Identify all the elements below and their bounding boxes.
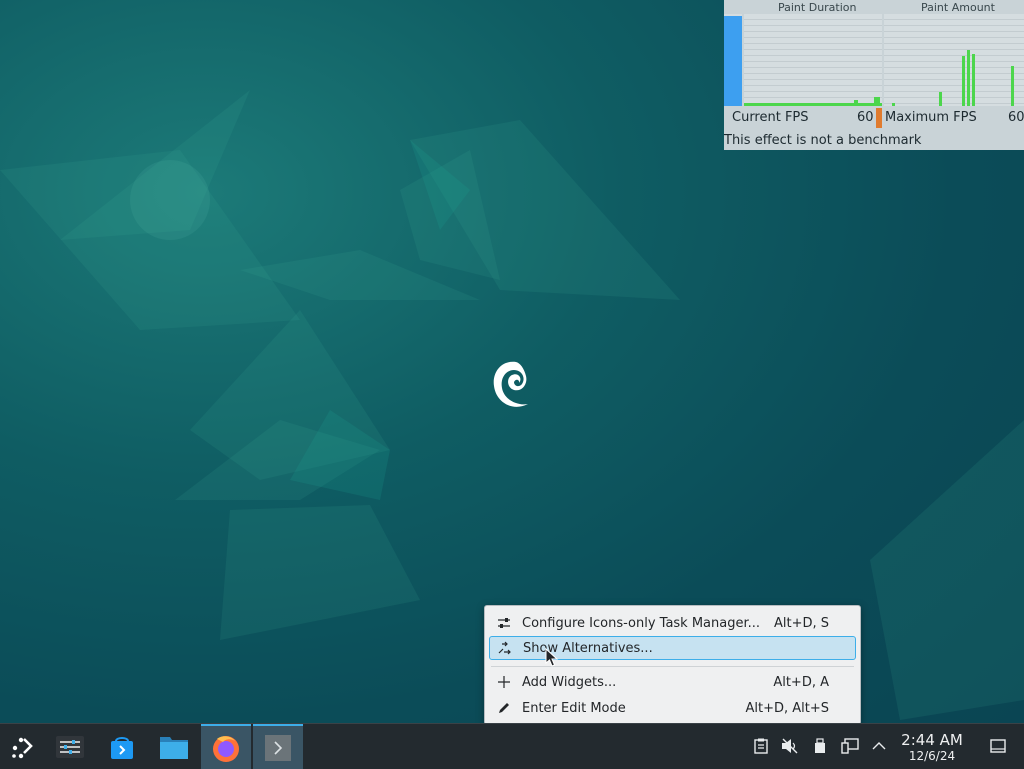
folder-icon [160,736,188,759]
paint-amount-graph [884,14,1024,106]
menu-item-shortcut: Alt+D, Alt+S [745,700,829,716]
fps-color-marker [876,108,882,128]
menu-item-shortcut: Alt+D, S [773,615,829,631]
digital-clock[interactable]: 2:44 AM 12/6/24 [896,731,968,764]
paint-duration-graph [744,14,882,106]
clock-time: 2:44 AM [901,731,963,749]
clipboard-icon[interactable] [751,736,771,756]
paint-duration-label: Paint Duration [778,1,857,14]
taskbar-app-terminal[interactable] [253,724,303,769]
terminal-icon [265,734,291,761]
benchmark-note: This effect is not a benchmark [724,133,922,148]
menu-item-shortcut: Alt+D, A [773,674,829,690]
usb-drive-icon[interactable] [810,736,830,756]
paint-amount-label: Paint Amount [921,1,995,14]
firefox-icon [213,735,239,762]
menu-item-label: Add Widgets... [522,674,617,690]
taskbar-app-system-settings[interactable] [45,724,95,769]
menu-item-label: Show Alternatives... [523,640,653,656]
configure-icon [496,615,512,631]
current-fps-value: 60 [857,110,874,125]
clock-date: 12/6/24 [908,749,956,763]
menu-item-edit-mode[interactable]: Enter Edit Mode Alt+D, Alt+S [489,696,856,720]
maximum-fps-value: 60 [1008,110,1024,125]
current-fps-label: Current FPS [732,110,809,125]
show-desktop-icon[interactable] [988,736,1008,756]
show-fps-overlay: Paint Duration Paint Amount Current FPS … [724,0,1024,150]
taskbar-app-discover[interactable] [97,724,147,769]
maximum-fps-label: Maximum FPS [885,110,977,125]
taskbar-panel: 2:44 AM 12/6/24 [0,723,1024,769]
network-icon[interactable] [840,736,860,756]
expand-tray-icon[interactable] [869,736,889,756]
menu-item-configure[interactable]: Configure Icons-only Task Manager... Alt… [489,611,856,635]
plus-icon [496,674,512,690]
task-manager-context-menu: Configure Icons-only Task Manager... Alt… [484,605,861,725]
discover-icon [111,736,133,759]
application-launcher-button[interactable] [0,724,44,769]
system-settings-icon [56,735,84,758]
menu-item-label: Enter Edit Mode [522,700,626,716]
mouse-cursor-icon [545,648,559,667]
volume-muted-icon[interactable] [780,736,800,756]
debian-logo-icon [493,361,528,407]
taskbar-app-file-manager[interactable] [149,724,199,769]
edit-icon [496,700,512,716]
fps-bar [724,16,742,106]
fps-bar-graph [724,14,742,106]
alternatives-icon [497,640,513,656]
menu-item-label: Configure Icons-only Task Manager... [522,615,761,631]
taskbar-app-firefox[interactable] [201,724,251,769]
application-launcher-icon [12,737,33,758]
menu-item-add-widgets[interactable]: Add Widgets... Alt+D, A [489,670,856,694]
